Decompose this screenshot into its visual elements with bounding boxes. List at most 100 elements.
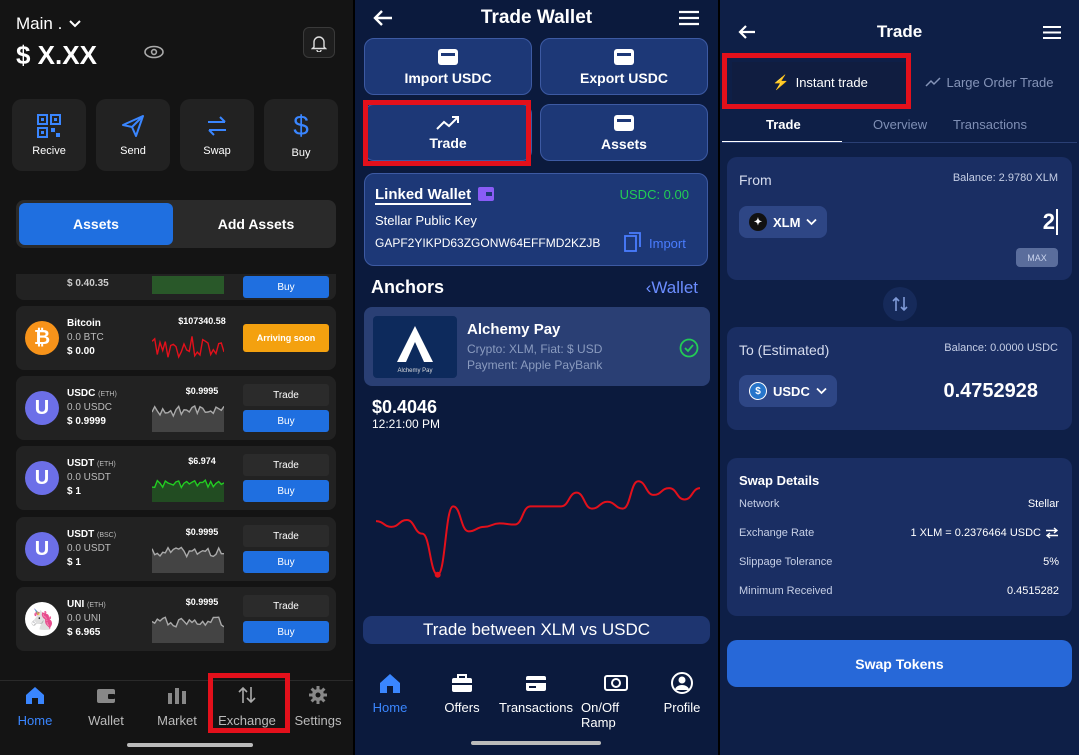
buy-button[interactable]: Buy: [243, 621, 329, 643]
send-button[interactable]: Send: [96, 99, 170, 171]
trade-button[interactable]: Trade: [243, 454, 329, 476]
list-item[interactable]: U USDT (ETH) 0.0 USDT $ 1 $6.974 Trade Buy: [16, 446, 336, 510]
nav-offers[interactable]: Offers: [427, 672, 497, 715]
swap-horizontal-icon[interactable]: [1045, 527, 1059, 539]
nav-home[interactable]: Home: [355, 672, 425, 715]
nav-settings[interactable]: Settings: [283, 685, 353, 728]
import-usdc-button[interactable]: Import USDC: [364, 38, 532, 95]
wallet-icon: [478, 187, 494, 201]
list-item[interactable]: ₿ Bitcoin 0.0 BTC $ 0.00 $107340.58 Arriving…: [16, 306, 336, 370]
coin-icon: ₿: [25, 321, 59, 355]
assets-button[interactable]: Assets: [540, 104, 708, 161]
usdc-balance: USDC: 0.00: [619, 187, 689, 202]
chevron-down-icon: [806, 218, 818, 226]
swap-icon: [208, 116, 226, 136]
import-link[interactable]: Import: [649, 236, 686, 251]
sparkline-line: [152, 336, 224, 359]
price-time: 12:21:00 PM: [372, 417, 441, 431]
arriving-soon-button[interactable]: Arriving soon: [243, 324, 329, 352]
list-item[interactable]: U USDC (ETH) 0.0 USDC $ 0.9999 $0.9995 Trade B…: [16, 376, 336, 440]
sparkline-area: [152, 547, 224, 573]
check-circle-icon: [679, 338, 699, 358]
receive-button[interactable]: Recive: [12, 99, 86, 171]
asset-list: $ 0.40.35 Buy ₿ Bitcoin 0.0 BTC $ 0.00 $107…: [0, 274, 353, 678]
swap-button[interactable]: Swap: [180, 99, 254, 171]
bottom-nav: Home Wallet Market Exchange Settings: [0, 680, 353, 755]
asset-amount: 0.0 USDC: [67, 402, 113, 413]
trade-button[interactable]: Trade: [243, 595, 329, 617]
home-icon: [380, 674, 400, 693]
export-usdc-button[interactable]: Export USDC: [540, 38, 708, 95]
tab-transactions[interactable]: Transactions: [953, 117, 1027, 132]
price-point: [434, 571, 441, 578]
to-token-selector[interactable]: $ USDC: [739, 375, 837, 407]
swap-direction-button[interactable]: [883, 287, 917, 321]
anchor-card[interactable]: Alchemy Pay Alchemy Pay Crypto: XLM, Fia…: [364, 307, 710, 386]
wallet-icon: [614, 48, 634, 65]
large-order-tab[interactable]: Large Order Trade: [920, 62, 1058, 102]
nav-on-off-ramp[interactable]: On/Off Ramp: [581, 672, 651, 730]
qr-code-icon: [37, 114, 61, 138]
trade-screen: Trade ⚡ Instant trade Large Order Trade …: [720, 0, 1079, 755]
sparkline: [152, 616, 224, 643]
eye-icon[interactable]: [143, 44, 165, 60]
anchor-crypto: Crypto: XLM, Fiat: $ USD: [467, 342, 603, 356]
copy-icon[interactable]: [624, 232, 642, 252]
asset-amount: 0.0 USDT: [67, 543, 111, 554]
trade-button[interactable]: Trade: [243, 384, 329, 406]
swap-tokens-button[interactable]: Swap Tokens: [727, 640, 1072, 687]
wallet-home-screen: Main . $ X.XX Recive Send Swap $ Buy Ass…: [0, 0, 353, 755]
asset-name: USDC (ETH): [67, 388, 117, 399]
bottom-nav: Home Offers Transactions On/Off Ramp Pro…: [355, 668, 718, 755]
asset-price: $107340.58: [178, 316, 226, 326]
sparkline: [152, 479, 224, 502]
nav-market[interactable]: Market: [142, 685, 212, 728]
from-card: From Balance: 2.9780 XLM ✦ XLM 2 MAX: [727, 157, 1072, 280]
menu-icon[interactable]: [1042, 25, 1062, 40]
nav-transactions[interactable]: Transactions: [499, 672, 573, 715]
briefcase-icon: [452, 674, 472, 692]
anchors-title: Anchors: [371, 277, 445, 297]
asset-value: $ 1: [67, 486, 81, 497]
buy-button[interactable]: Buy: [243, 410, 329, 432]
buy-button[interactable]: Buy: [243, 551, 329, 573]
buy-button[interactable]: Buy: [243, 276, 329, 298]
trade-button[interactable]: Trade: [243, 525, 329, 547]
tab-add-assets[interactable]: Add Assets: [179, 203, 333, 245]
send-icon: [122, 115, 144, 137]
asset-amount: 0.0 USDT: [67, 472, 111, 483]
detail-slippage: Slippage Tolerance 5%: [739, 556, 1059, 568]
nav-home[interactable]: Home: [0, 685, 70, 728]
nav-profile[interactable]: Profile: [647, 672, 717, 715]
list-item[interactable]: $ 0.40.35 Buy: [16, 274, 336, 300]
tab-overview[interactable]: Overview: [873, 117, 927, 132]
from-token-selector[interactable]: ✦ XLM: [739, 206, 828, 238]
gear-icon: [309, 686, 327, 704]
list-item[interactable]: 🦄 UNI (ETH) 0.0 UNI $ 6.965 $0.9995 Trade Buy: [16, 587, 336, 651]
asset-value: $ 1: [67, 557, 81, 568]
nav-wallet[interactable]: Wallet: [71, 685, 141, 728]
chevron-down-icon: [816, 387, 827, 395]
account-selector[interactable]: Main .: [16, 14, 82, 34]
asset-price: $0.9995: [185, 527, 219, 537]
to-card: To (Estimated) Balance: 0.0000 USDC $ US…: [727, 327, 1072, 430]
tab-trade[interactable]: Trade: [766, 117, 801, 132]
highlight-box: [722, 53, 911, 109]
svg-text:$: $: [293, 111, 309, 141]
price-chart: [375, 480, 701, 578]
buy-button[interactable]: $ Buy: [264, 99, 338, 171]
tab-assets[interactable]: Assets: [19, 203, 173, 245]
notification-button[interactable]: [303, 27, 335, 58]
swap-vertical-icon: [892, 296, 908, 312]
list-item[interactable]: U USDT (BSC) 0.0 USDT $ 1 $0.9995 Trade Buy: [16, 517, 336, 581]
from-amount-input[interactable]: 2: [1043, 209, 1058, 235]
max-button[interactable]: MAX: [1016, 248, 1058, 267]
wallet-link[interactable]: ‹Wallet: [646, 278, 698, 298]
asset-amount: 0.0 UNI: [67, 613, 101, 624]
current-price: $0.4046: [372, 397, 438, 417]
detail-minimum-received: Minimum Received 0.4515282: [739, 585, 1059, 597]
buy-button[interactable]: Buy: [243, 480, 329, 502]
menu-icon[interactable]: [678, 10, 700, 26]
trade-wallet-screen: Trade Wallet Import USDC Export USDC Tra…: [355, 0, 718, 755]
anchor-payment: Payment: Apple PayBank: [467, 358, 603, 372]
